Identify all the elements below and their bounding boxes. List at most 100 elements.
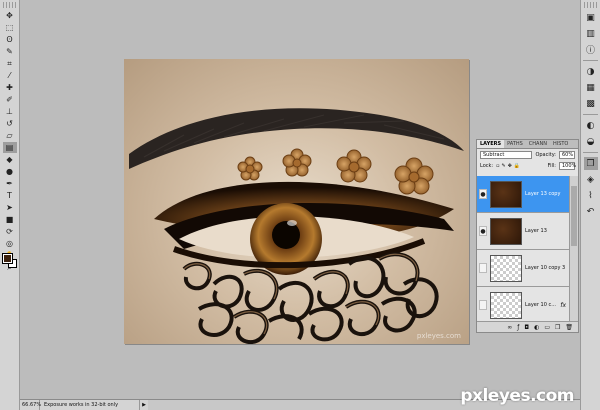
- pen-tool[interactable]: ✒: [3, 178, 17, 189]
- info-icon[interactable]: ⓘ: [584, 43, 598, 56]
- fill-input[interactable]: 100%: [559, 161, 576, 170]
- lasso-tool[interactable]: ʘ: [3, 34, 17, 45]
- brush-tool[interactable]: ✐: [3, 94, 17, 105]
- pen-icon: ✒: [6, 178, 13, 188]
- layer-row[interactable]: Layer 10 copy 3: [477, 250, 569, 287]
- lock-position-icon[interactable]: ✥: [508, 163, 512, 169]
- delete-layer-icon[interactable]: 🗑: [565, 324, 573, 331]
- opacity-label: Opacity:: [535, 151, 556, 158]
- eraser-icon: ▱: [6, 130, 13, 140]
- dock-separator: [583, 114, 598, 115]
- shape-tool[interactable]: ■: [3, 214, 17, 225]
- eyedropper-tool[interactable]: ⁄: [3, 70, 17, 81]
- tools-panel-grip[interactable]: [3, 2, 16, 8]
- path-selection-tool[interactable]: ➤: [3, 202, 17, 213]
- lock-all-icon[interactable]: 🔒: [514, 163, 520, 169]
- lock-label: Lock:: [480, 162, 494, 169]
- 3d-rotate-tool[interactable]: ⟳: [3, 226, 17, 237]
- foreground-color-swatch[interactable]: [2, 253, 13, 264]
- canvas-watermark: pxleyes.com: [416, 332, 461, 340]
- opacity-input[interactable]: 60%: [559, 150, 575, 159]
- 3d-rotate-icon: ⟳: [6, 226, 13, 236]
- paths-icon[interactable]: ⌇: [584, 189, 598, 202]
- layers-icon[interactable]: ❐: [583, 157, 598, 170]
- styles-icon[interactable]: ▩: [584, 97, 598, 110]
- gradient-tool[interactable]: ▤: [2, 142, 17, 153]
- lasso-icon: ʘ: [6, 34, 13, 44]
- tab-histo[interactable]: HISTO: [550, 140, 571, 148]
- visibility-eye-icon[interactable]: ●: [479, 226, 487, 236]
- history-brush-icon: ↺: [6, 118, 13, 128]
- layer-name: Layer 13 copy: [525, 191, 561, 197]
- visibility-eye-icon[interactable]: [479, 263, 487, 273]
- visibility-eye-icon[interactable]: [479, 300, 487, 310]
- spot-healing-tool[interactable]: ✚: [3, 82, 17, 93]
- link-layers-icon[interactable]: ∞: [507, 324, 512, 331]
- 3d-orbit-tool[interactable]: ◎: [3, 238, 17, 249]
- crop-tool[interactable]: ⌗: [3, 58, 17, 69]
- layer-name: Layer 10 c...: [525, 302, 556, 308]
- tab-layers[interactable]: LAYERS: [477, 140, 505, 148]
- blur-tool[interactable]: ◆: [3, 154, 17, 165]
- type-icon: T: [7, 190, 12, 200]
- document-canvas[interactable]: pxleyes.com: [124, 59, 469, 344]
- brand-watermark: pxleyes.com: [460, 386, 574, 406]
- layer-row[interactable]: ● Layer 13 copy: [477, 176, 569, 213]
- path-selection-icon: ➤: [6, 202, 13, 212]
- shape-icon: ■: [5, 214, 14, 224]
- gradient-icon: ▤: [5, 142, 14, 152]
- adjustment-layer-icon[interactable]: ◐: [534, 324, 539, 331]
- layer-thumbnail: [490, 254, 522, 282]
- crop-icon: ⌗: [7, 58, 12, 68]
- lock-icons: ▫ ✎ ✥ 🔒: [496, 163, 520, 169]
- zoom-level[interactable]: 66.67%: [20, 400, 41, 410]
- dodge-tool[interactable]: ●: [3, 166, 17, 177]
- type-tool[interactable]: T: [3, 190, 17, 201]
- lock-transparent-icon[interactable]: ▫: [496, 163, 499, 169]
- dodge-icon: ●: [6, 166, 13, 176]
- clone-stamp-tool[interactable]: ⊥: [3, 106, 17, 117]
- layer-fx-icon[interactable]: fx: [560, 302, 566, 309]
- histogram-icon[interactable]: ▥: [584, 27, 598, 40]
- blend-mode-select[interactable]: Subtract: [480, 150, 533, 159]
- eraser-tool[interactable]: ▱: [3, 130, 17, 141]
- history-brush-tool[interactable]: ↺: [3, 118, 17, 129]
- layers-panel: LAYERS PATHS CHANN HISTO Subtract Opacity: …: [476, 139, 579, 333]
- marquee-tool[interactable]: ⬚: [3, 22, 17, 33]
- history-icon[interactable]: ↶: [584, 205, 598, 218]
- tab-chann[interactable]: CHANN: [526, 140, 550, 148]
- masks-icon[interactable]: ◒: [584, 135, 598, 148]
- add-style-icon[interactable]: ƒ: [517, 324, 519, 331]
- layer-row[interactable]: ● Layer 13: [477, 213, 569, 250]
- move-icon: ✥: [6, 10, 13, 20]
- quick-selection-icon: ✎: [6, 46, 13, 56]
- color-icon[interactable]: ◑: [584, 65, 598, 78]
- status-info: Exposure works in 32-bit only: [40, 400, 140, 410]
- dock-separator: [583, 152, 598, 153]
- adjustments-icon[interactable]: ◐: [584, 119, 598, 132]
- tools-panel: ✥⬚ʘ✎⌗⁄✚✐⊥↺▱▤◆●✒T➤■⟳◎✋⌕: [0, 0, 20, 410]
- layer-thumbnail: [490, 217, 522, 245]
- layers-scrollbar[interactable]: [569, 176, 578, 321]
- new-group-icon[interactable]: ▭: [544, 324, 550, 331]
- add-mask-icon[interactable]: ◘: [524, 324, 529, 331]
- navigator-icon[interactable]: ▣: [584, 11, 598, 24]
- dock-separator: [583, 60, 598, 61]
- status-menu-arrow[interactable]: ▶: [140, 400, 148, 410]
- new-layer-icon[interactable]: ❐: [555, 324, 560, 331]
- dock-grip[interactable]: [584, 2, 597, 8]
- scrollbar-thumb[interactable]: [571, 186, 577, 246]
- spot-healing-icon: ✚: [6, 82, 13, 92]
- quick-selection-tool[interactable]: ✎: [3, 46, 17, 57]
- channels-icon[interactable]: ◈: [584, 173, 598, 186]
- layers-footer: ∞ ƒ ◘ ◐ ▭ ❐ 🗑: [477, 321, 578, 332]
- move-tool[interactable]: ✥: [3, 10, 17, 21]
- eye-artwork: [129, 108, 464, 344]
- tab-paths[interactable]: PATHS: [504, 140, 526, 148]
- color-swatches[interactable]: [2, 253, 17, 268]
- panel-dock: ▣ ▥ ⓘ ◑ ▦ ▩ ◐ ◒ ❐ ◈ ⌇ ↶: [580, 0, 600, 410]
- swatches-icon[interactable]: ▦: [584, 81, 598, 94]
- layer-row[interactable]: Layer 10 c... fx: [477, 287, 569, 321]
- lock-image-icon[interactable]: ✎: [501, 163, 505, 169]
- visibility-eye-icon[interactable]: ●: [479, 189, 487, 199]
